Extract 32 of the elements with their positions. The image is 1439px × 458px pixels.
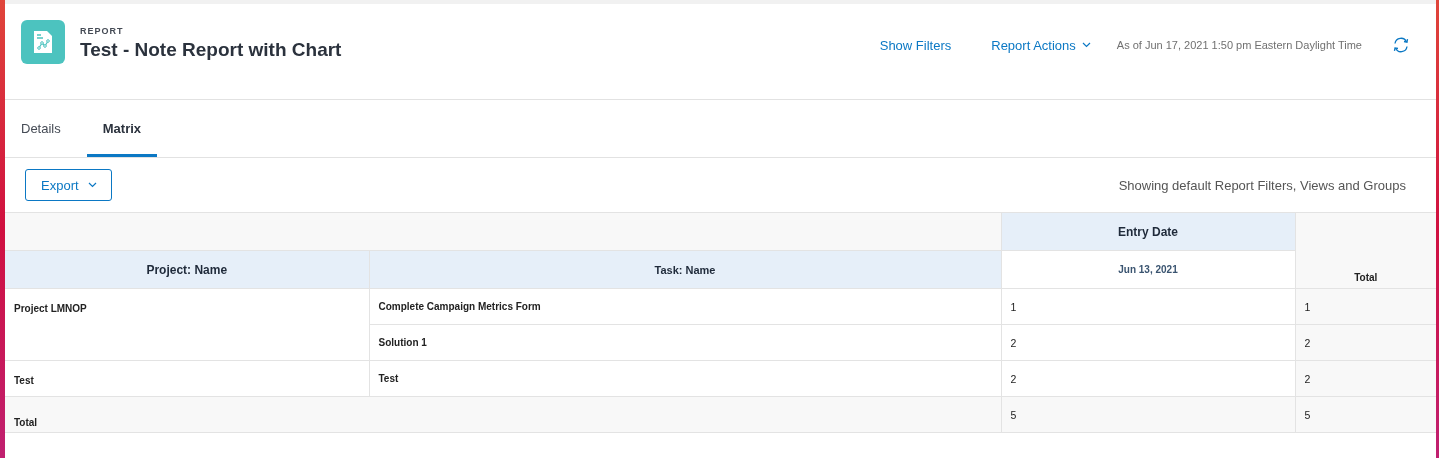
chevron-down-icon xyxy=(1081,42,1091,48)
table-cell: 1 xyxy=(1295,288,1436,325)
table-cell: 2 xyxy=(1295,324,1436,361)
table-cell: Complete Campaign Metrics Form xyxy=(369,288,1001,325)
report-title: Test - Note Report with Chart xyxy=(80,39,342,61)
table-cell: Test xyxy=(5,360,369,397)
tab[interactable]: Matrix xyxy=(86,100,158,157)
tab[interactable]: Details xyxy=(5,100,77,157)
object-type-label: REPORT xyxy=(80,26,125,36)
chevron-down-icon xyxy=(87,182,97,188)
table-cell: Test xyxy=(369,360,1001,397)
table-cell: 5 xyxy=(1001,396,1295,433)
table-cell: 2 xyxy=(1001,324,1295,361)
table-cell: 1 xyxy=(1001,288,1295,325)
export-button[interactable]: Export xyxy=(25,169,112,201)
table-cell: 2 xyxy=(1001,360,1295,397)
table-cell: Solution 1 xyxy=(369,324,1001,361)
status-text: Showing default Report Filters, Views and Groups xyxy=(1118,177,1406,193)
table-cell: 2 xyxy=(1295,360,1436,397)
column-group-header: Entry Date xyxy=(1001,212,1295,251)
report-actions-link[interactable]: Report Actions xyxy=(991,37,1091,53)
table-cell: Total xyxy=(5,396,1001,433)
refresh-icon[interactable] xyxy=(1392,37,1410,53)
table-cell: 5 xyxy=(1295,396,1436,433)
table-cell: Project LMNOP xyxy=(5,288,369,361)
column-header: Task: Name xyxy=(369,250,1001,289)
show-filters-link[interactable]: Show Filters xyxy=(879,37,952,53)
column-header: Jun 13, 2021 xyxy=(1001,250,1295,289)
report-logo-icon xyxy=(21,20,65,64)
column-header: Project: Name xyxy=(5,250,369,289)
timestamp-label: As of Jun 17, 2021 1:50 pm Eastern Daylight Time xyxy=(1116,39,1362,51)
column-header: Total xyxy=(1295,212,1436,289)
